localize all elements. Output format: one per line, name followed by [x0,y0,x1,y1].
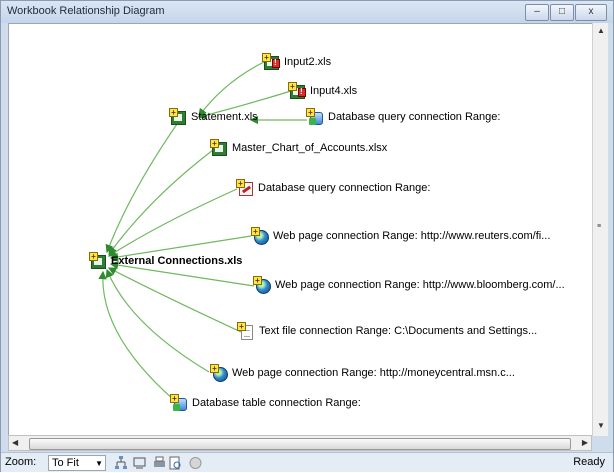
node-database-table[interactable]: + Database table connection Range: [170,394,361,412]
maximize-button[interactable]: □ [550,4,574,21]
node-master-chart[interactable]: + Master_Chart_of_Accounts.xlsx [210,139,387,157]
printer-icon [154,456,165,467]
workbook-relationship-window: Workbook Relationship Diagram – □ x + ! … [0,0,614,472]
node-label: Master_Chart_of_Accounts.xlsx [232,142,388,154]
node-input2[interactable]: + Input2.xls [262,53,331,71]
node-external-connections[interactable]: + External Connections.xls [89,252,242,270]
scroll-down-icon[interactable]: ▼ [597,421,605,430]
text-file-icon: + [237,322,255,340]
print-button[interactable] [151,455,168,471]
diagram-canvas[interactable]: + Input2.xls + Input4.xls + Statement.xl… [8,23,601,436]
stop-button[interactable] [187,455,204,471]
scroll-up-icon[interactable]: ▲ [597,26,605,35]
vertical-scrollbar[interactable]: ▲ ≡ ▼ [592,23,608,436]
hierarchy-icon [115,456,127,469]
globe-icon: + [251,227,269,245]
scroll-left-icon[interactable]: ◀ [12,438,18,447]
layout-icon [133,457,146,469]
database-connection-icon: + [306,108,324,126]
node-statement[interactable]: + Statement.xls [169,108,258,126]
zoom-value: To Fit [52,457,79,469]
node-label: Database query connection Range: [258,182,431,194]
node-label: Input4.xls [310,85,358,97]
edge-text-root [107,267,242,333]
node-label: External Connections.xls [111,255,243,267]
zoom-select[interactable]: To Fit ▼ [48,455,106,471]
chevron-down-icon: ▼ [95,459,103,468]
node-input4[interactable]: + Input4.xls [288,82,357,100]
print-preview-button[interactable] [167,455,184,471]
horizontal-scrollbar[interactable]: ◀ ▶ [8,435,592,451]
node-label: Web page connection Range: http://www.re… [273,230,551,242]
node-dbquery-2[interactable]: + Database query connection Range: [236,179,430,197]
node-web-bloomberg[interactable]: + Web page connection Range: http://www.… [253,276,565,294]
minimize-button[interactable]: – [525,4,549,21]
node-web-moneycentral[interactable]: + Web page connection Range: http://mone… [210,364,515,382]
node-text-file[interactable]: + Text file connection Range: C:\Documen… [237,322,537,340]
node-label: Statement.xls [191,111,258,123]
scroll-right-icon[interactable]: ▶ [582,438,588,447]
window-title: Workbook Relationship Diagram [7,5,165,17]
globe-icon: + [210,364,228,382]
close-button[interactable]: x [575,4,607,21]
status-bar: Zoom: To Fit ▼ Ready [1,452,613,472]
excel-icon: + [89,252,107,270]
node-label: Text file connection Range: C:\Documents… [259,325,538,337]
status-text: Ready [573,456,605,468]
scroll-grip-icon[interactable]: ≡ [597,223,601,230]
zoom-label: Zoom: [5,456,37,468]
node-label: Input2.xls [284,56,332,68]
node-label: Database table connection Range: [192,397,361,409]
edge-dbquery2-root [107,188,238,257]
layout-button[interactable] [131,455,148,471]
horizontal-scroll-thumb[interactable] [29,438,571,450]
hierarchy-layout-button[interactable] [113,455,130,471]
query-connection-icon: + [236,179,254,197]
node-dbquery-1[interactable]: + Database query connection Range: [306,108,500,126]
database-connection-icon: + [170,394,188,412]
globe-icon: + [253,276,271,294]
edge-web3-root [105,268,210,373]
node-web-reuters[interactable]: + Web page connection Range: http://www.… [251,227,550,245]
edge-statement-root [105,123,178,254]
title-bar: Workbook Relationship Diagram – □ x [1,1,613,23]
excel-icon: + [210,139,228,157]
excel-icon: + [169,108,187,126]
edge-master-root [108,149,214,255]
edge-dbtable-root [98,270,175,401]
stop-icon [189,457,202,469]
window-controls: – □ x [524,4,607,21]
node-label: Web page connection Range: http://www.bl… [275,279,565,291]
print-preview-icon [169,456,181,470]
excel-warning-icon: + [262,53,280,71]
node-label: Web page connection Range: http://moneyc… [232,367,515,379]
excel-warning-icon: + [288,82,306,100]
node-label: Database query connection Range: [328,111,501,123]
